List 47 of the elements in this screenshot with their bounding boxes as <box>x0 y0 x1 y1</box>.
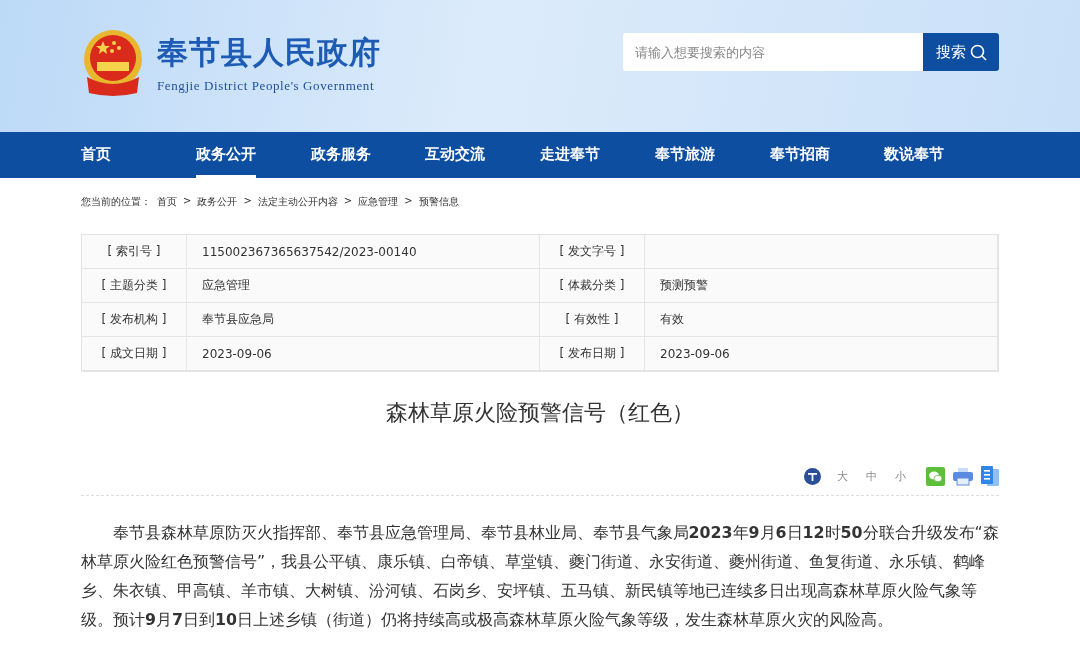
breadcrumb-separator: > <box>183 195 192 208</box>
print-icon[interactable] <box>953 466 973 486</box>
nav-item[interactable]: 数说奉节 <box>884 132 999 178</box>
nav-item[interactable]: 首页 <box>81 132 196 178</box>
breadcrumb-prefix: 您当前的位置： <box>81 195 151 209</box>
table-label: [ 发布机构 ] <box>82 303 187 337</box>
font-size-link[interactable]: 大 <box>837 468 848 484</box>
table-label: [ 主题分类 ] <box>82 269 187 303</box>
breadcrumb-link[interactable]: 预警信息 <box>418 195 459 218</box>
font-size-link[interactable]: 小 <box>895 468 906 484</box>
breadcrumb-link[interactable]: 法定主动公开内容 <box>257 195 338 218</box>
table-label: [ 体裁分类 ] <box>540 269 645 303</box>
search-icon <box>969 43 987 61</box>
search-field[interactable]: 请输入想要搜索的内容 <box>623 33 923 71</box>
nav-item[interactable]: 互动交流 <box>425 132 540 178</box>
breadcrumb-separator: > <box>343 195 353 208</box>
table-cell: 有效 <box>645 303 998 337</box>
nav-item[interactable]: 奉节招商 <box>769 132 885 178</box>
breadcrumb-separator: > <box>243 195 252 208</box>
table-cell: 奉节县应急局 <box>187 303 540 337</box>
site-name: 奉节县人民政府 <box>157 33 381 72</box>
breadcrumb-link[interactable]: 应急管理 <box>358 195 399 218</box>
document-icon[interactable] <box>981 466 999 486</box>
nav-item[interactable]: 政务公开 <box>195 132 311 178</box>
font-size-link[interactable]: 中 <box>866 468 877 484</box>
national-emblem-icon <box>81 29 145 97</box>
table-label: [ 索引号 ] <box>82 235 187 269</box>
table-cell: 2023-09-06 <box>187 337 540 371</box>
nav-item[interactable]: 走进奉节 <box>540 132 655 178</box>
table-label: [ 有效性 ] <box>540 303 645 337</box>
nav-item[interactable]: 政务服务 <box>310 132 426 178</box>
table-cell: 预测预警 <box>645 269 998 303</box>
wechat-icon[interactable] <box>926 466 945 486</box>
table-cell: 应急管理 <box>187 269 540 303</box>
breadcrumb-link[interactable]: 政务公开 <box>197 195 238 218</box>
font-size-icon <box>804 467 821 485</box>
table-label: [ 发文字号 ] <box>540 235 645 269</box>
breadcrumb-separator: > <box>404 195 413 208</box>
table-label: [ 成文日期 ] <box>82 337 187 371</box>
site-name-english: Fengjie District People's Government <box>157 78 376 94</box>
table-cell: 115002367365637542/2023-00140 <box>187 235 540 269</box>
breadcrumb-link[interactable]: 首页 <box>157 195 177 218</box>
table-label: [ 发布日期 ] <box>540 337 645 371</box>
nav-item[interactable]: 奉节旅游 <box>654 132 770 178</box>
table-cell: 2023-09-06 <box>645 337 998 371</box>
search-button[interactable]: 搜索 <box>923 33 999 71</box>
article-title: 森林草原火险预警信号（红色） <box>385 399 695 427</box>
